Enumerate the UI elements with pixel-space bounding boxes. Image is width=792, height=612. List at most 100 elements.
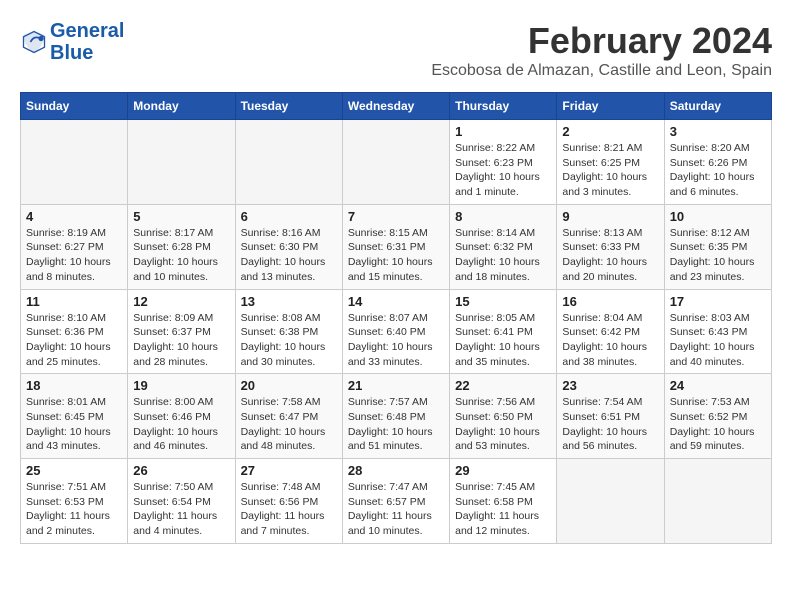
day-number: 14 [348, 294, 444, 309]
day-info: Sunrise: 8:14 AM Sunset: 6:32 PM Dayligh… [455, 226, 551, 285]
day-header-saturday: Saturday [664, 93, 771, 120]
calendar-cell: 12 Sunrise: 8:09 AM Sunset: 6:37 PM Dayli… [128, 289, 235, 374]
day-number: 28 [348, 463, 444, 478]
day-number: 5 [133, 209, 229, 224]
day-info: Sunrise: 8:22 AM Sunset: 6:23 PM Dayligh… [455, 141, 551, 200]
day-info: Sunrise: 7:51 AM Sunset: 6:53 PM Dayligh… [26, 480, 122, 539]
day-number: 18 [26, 378, 122, 393]
day-info: Sunrise: 8:08 AM Sunset: 6:38 PM Dayligh… [241, 311, 337, 370]
day-info: Sunrise: 7:57 AM Sunset: 6:48 PM Dayligh… [348, 395, 444, 454]
day-number: 29 [455, 463, 551, 478]
day-number: 25 [26, 463, 122, 478]
day-header-tuesday: Tuesday [235, 93, 342, 120]
day-header-monday: Monday [128, 93, 235, 120]
calendar-cell: 2 Sunrise: 8:21 AM Sunset: 6:25 PM Daylig… [557, 120, 664, 205]
day-info: Sunrise: 8:03 AM Sunset: 6:43 PM Dayligh… [670, 311, 766, 370]
calendar-cell: 27 Sunrise: 7:48 AM Sunset: 6:56 PM Dayli… [235, 459, 342, 544]
calendar-cell: 19 Sunrise: 8:00 AM Sunset: 6:46 PM Dayli… [128, 374, 235, 459]
day-info: Sunrise: 7:47 AM Sunset: 6:57 PM Dayligh… [348, 480, 444, 539]
calendar-cell: 3 Sunrise: 8:20 AM Sunset: 6:26 PM Daylig… [664, 120, 771, 205]
calendar-cell: 23 Sunrise: 7:54 AM Sunset: 6:51 PM Dayli… [557, 374, 664, 459]
calendar-cell [664, 459, 771, 544]
calendar-cell: 5 Sunrise: 8:17 AM Sunset: 6:28 PM Daylig… [128, 204, 235, 289]
day-info: Sunrise: 7:48 AM Sunset: 6:56 PM Dayligh… [241, 480, 337, 539]
day-number: 13 [241, 294, 337, 309]
calendar-cell: 28 Sunrise: 7:47 AM Sunset: 6:57 PM Dayli… [342, 459, 449, 544]
day-info: Sunrise: 8:16 AM Sunset: 6:30 PM Dayligh… [241, 226, 337, 285]
day-info: Sunrise: 8:01 AM Sunset: 6:45 PM Dayligh… [26, 395, 122, 454]
day-info: Sunrise: 8:19 AM Sunset: 6:27 PM Dayligh… [26, 226, 122, 285]
day-number: 23 [562, 378, 658, 393]
calendar-table: SundayMondayTuesdayWednesdayThursdayFrid… [20, 92, 772, 544]
day-number: 19 [133, 378, 229, 393]
calendar-cell: 9 Sunrise: 8:13 AM Sunset: 6:33 PM Daylig… [557, 204, 664, 289]
day-info: Sunrise: 8:15 AM Sunset: 6:31 PM Dayligh… [348, 226, 444, 285]
day-number: 3 [670, 124, 766, 139]
calendar-cell: 15 Sunrise: 8:05 AM Sunset: 6:41 PM Dayli… [450, 289, 557, 374]
day-number: 8 [455, 209, 551, 224]
calendar-cell: 6 Sunrise: 8:16 AM Sunset: 6:30 PM Daylig… [235, 204, 342, 289]
day-number: 17 [670, 294, 766, 309]
day-number: 24 [670, 378, 766, 393]
calendar-cell: 25 Sunrise: 7:51 AM Sunset: 6:53 PM Dayli… [21, 459, 128, 544]
calendar-cell: 29 Sunrise: 7:45 AM Sunset: 6:58 PM Dayli… [450, 459, 557, 544]
calendar-cell: 24 Sunrise: 7:53 AM Sunset: 6:52 PM Dayli… [664, 374, 771, 459]
calendar-cell [128, 120, 235, 205]
day-number: 9 [562, 209, 658, 224]
day-info: Sunrise: 7:53 AM Sunset: 6:52 PM Dayligh… [670, 395, 766, 454]
day-info: Sunrise: 8:21 AM Sunset: 6:25 PM Dayligh… [562, 141, 658, 200]
day-number: 1 [455, 124, 551, 139]
day-info: Sunrise: 8:20 AM Sunset: 6:26 PM Dayligh… [670, 141, 766, 200]
calendar-cell: 26Sunrise: 7:50 AM Sunset: 6:54 PM Dayli… [128, 459, 235, 544]
day-info: Sunrise: 8:12 AM Sunset: 6:35 PM Dayligh… [670, 226, 766, 285]
day-number: 12 [133, 294, 229, 309]
day-number: 11 [26, 294, 122, 309]
calendar-cell: 14Sunrise: 8:07 AM Sunset: 6:40 PM Dayli… [342, 289, 449, 374]
day-number: 22 [455, 378, 551, 393]
logo: General Blue [20, 20, 124, 64]
calendar-cell [21, 120, 128, 205]
calendar-cell: 7 Sunrise: 8:15 AM Sunset: 6:31 PM Daylig… [342, 204, 449, 289]
day-header-sunday: Sunday [21, 93, 128, 120]
calendar-cell: 16 Sunrise: 8:04 AM Sunset: 6:42 PM Dayli… [557, 289, 664, 374]
calendar-cell: 4 Sunrise: 8:19 AM Sunset: 6:27 PM Daylig… [21, 204, 128, 289]
generalblue-icon [20, 28, 48, 56]
day-header-thursday: Thursday [450, 93, 557, 120]
day-info: Sunrise: 8:13 AM Sunset: 6:33 PM Dayligh… [562, 226, 658, 285]
day-number: 10 [670, 209, 766, 224]
day-info: Sunrise: 7:54 AM Sunset: 6:51 PM Dayligh… [562, 395, 658, 454]
day-number: 4 [26, 209, 122, 224]
calendar-cell: 21 Sunrise: 7:57 AM Sunset: 6:48 PM Dayli… [342, 374, 449, 459]
day-number: 16 [562, 294, 658, 309]
day-info: Sunrise: 8:17 AM Sunset: 6:28 PM Dayligh… [133, 226, 229, 285]
day-info: Sunrise: 8:09 AM Sunset: 6:37 PM Dayligh… [133, 311, 229, 370]
day-number: 2 [562, 124, 658, 139]
calendar-cell: 1 Sunrise: 8:22 AM Sunset: 6:23 PM Daylig… [450, 120, 557, 205]
calendar-cell: 18 Sunrise: 8:01 AM Sunset: 6:45 PM Dayli… [21, 374, 128, 459]
day-info: Sunrise: 8:04 AM Sunset: 6:42 PM Dayligh… [562, 311, 658, 370]
calendar-cell: 22 Sunrise: 7:56 AM Sunset: 6:50 PM Dayli… [450, 374, 557, 459]
calendar-cell: 8 Sunrise: 8:14 AM Sunset: 6:32 PM Daylig… [450, 204, 557, 289]
calendar-cell: 11 Sunrise: 8:10 AM Sunset: 6:36 PM Dayli… [21, 289, 128, 374]
day-header-wednesday: Wednesday [342, 93, 449, 120]
month-title: February 2024 [431, 20, 772, 62]
day-number: 6 [241, 209, 337, 224]
calendar-cell: 17 Sunrise: 8:03 AM Sunset: 6:43 PM Dayli… [664, 289, 771, 374]
day-info: Sunrise: 8:00 AM Sunset: 6:46 PM Dayligh… [133, 395, 229, 454]
calendar-cell: 20Sunrise: 7:58 AM Sunset: 6:47 PM Dayli… [235, 374, 342, 459]
day-number: 20 [241, 378, 337, 393]
calendar-cell [342, 120, 449, 205]
day-info: Sunrise: 7:45 AM Sunset: 6:58 PM Dayligh… [455, 480, 551, 539]
day-number: 27 [241, 463, 337, 478]
day-info: Sunrise: 8:10 AM Sunset: 6:36 PM Dayligh… [26, 311, 122, 370]
calendar-cell: 10 Sunrise: 8:12 AM Sunset: 6:35 PM Dayli… [664, 204, 771, 289]
day-number: 26 [133, 463, 229, 478]
day-number: 21 [348, 378, 444, 393]
calendar-cell [557, 459, 664, 544]
day-info: Sunrise: 8:05 AM Sunset: 6:41 PM Dayligh… [455, 311, 551, 370]
logo-text: General Blue [50, 20, 124, 64]
day-number: 15 [455, 294, 551, 309]
calendar-cell: 13 Sunrise: 8:08 AM Sunset: 6:38 PM Dayli… [235, 289, 342, 374]
day-number: 7 [348, 209, 444, 224]
day-info: Sunrise: 7:56 AM Sunset: 6:50 PM Dayligh… [455, 395, 551, 454]
